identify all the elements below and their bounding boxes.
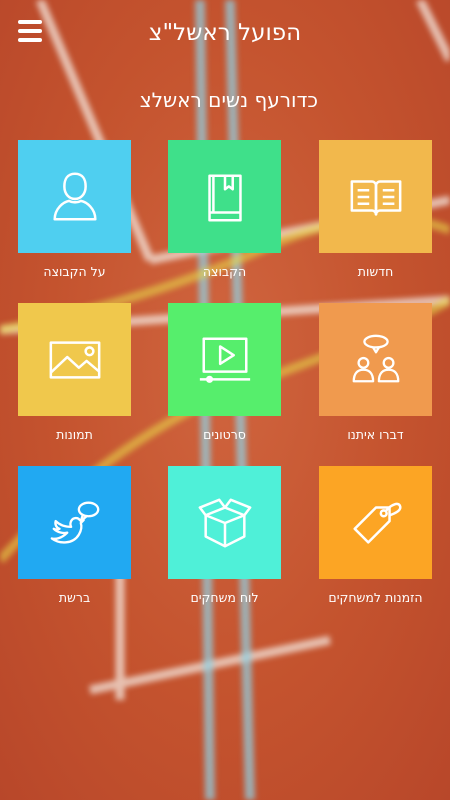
tile-photos-label: תמונות	[56, 427, 93, 442]
tile-schedule-box[interactable]	[168, 466, 281, 579]
tile-tickets[interactable]: הזמנות למשחקים	[319, 466, 432, 605]
tag-icon	[352, 502, 401, 544]
tile-photos[interactable]: תמונות	[18, 303, 131, 442]
tile-social-label: ברשת	[58, 590, 91, 605]
tile-schedule[interactable]: לוח משחקים	[168, 466, 281, 605]
video-icon	[199, 336, 250, 383]
tile-contact-box[interactable]	[319, 303, 432, 416]
tile-tickets-label: הזמנות למשחקים	[328, 590, 423, 605]
image-icon	[49, 340, 100, 379]
tile-team-box[interactable]	[168, 140, 281, 253]
chat-people-icon	[352, 334, 399, 382]
open-book-icon	[350, 179, 401, 216]
tile-videos-box[interactable]	[168, 303, 281, 416]
tile-about-team[interactable]: על הקבוצה	[18, 140, 131, 279]
tile-photos-box[interactable]	[18, 303, 131, 416]
menu-icon[interactable]	[18, 20, 42, 42]
book-icon	[207, 173, 242, 221]
box-icon	[198, 498, 251, 547]
tile-news-box[interactable]	[319, 140, 432, 253]
tile-team[interactable]: הקבוצה	[168, 140, 281, 279]
twitter-bird-icon	[50, 501, 99, 544]
tile-videos-label: סרטונים	[203, 427, 246, 442]
person-icon	[52, 172, 97, 220]
tile-schedule-label: לוח משחקים	[190, 590, 259, 605]
tile-contact-label: דברו איתנו	[347, 427, 404, 442]
tile-about-team-box[interactable]	[18, 140, 131, 253]
tile-social-box[interactable]	[18, 466, 131, 579]
tile-about-team-label: על הקבוצה	[43, 264, 106, 279]
tile-tickets-box[interactable]	[319, 466, 432, 579]
app-header: הפועל ראשל"צ	[0, 0, 450, 66]
app-title: הפועל ראשל"צ	[148, 20, 302, 46]
tile-news-label: חדשות	[357, 264, 394, 279]
tile-news[interactable]: חדשות	[319, 140, 432, 279]
tile-team-label: הקבוצה	[202, 264, 247, 279]
tile-videos[interactable]: סרטונים	[168, 303, 281, 442]
tile-contact[interactable]: דברו איתנו	[319, 303, 432, 442]
tile-social[interactable]: ברשת	[18, 466, 131, 605]
page-subtitle: כדורעף נשים ראשלצ	[139, 88, 318, 112]
